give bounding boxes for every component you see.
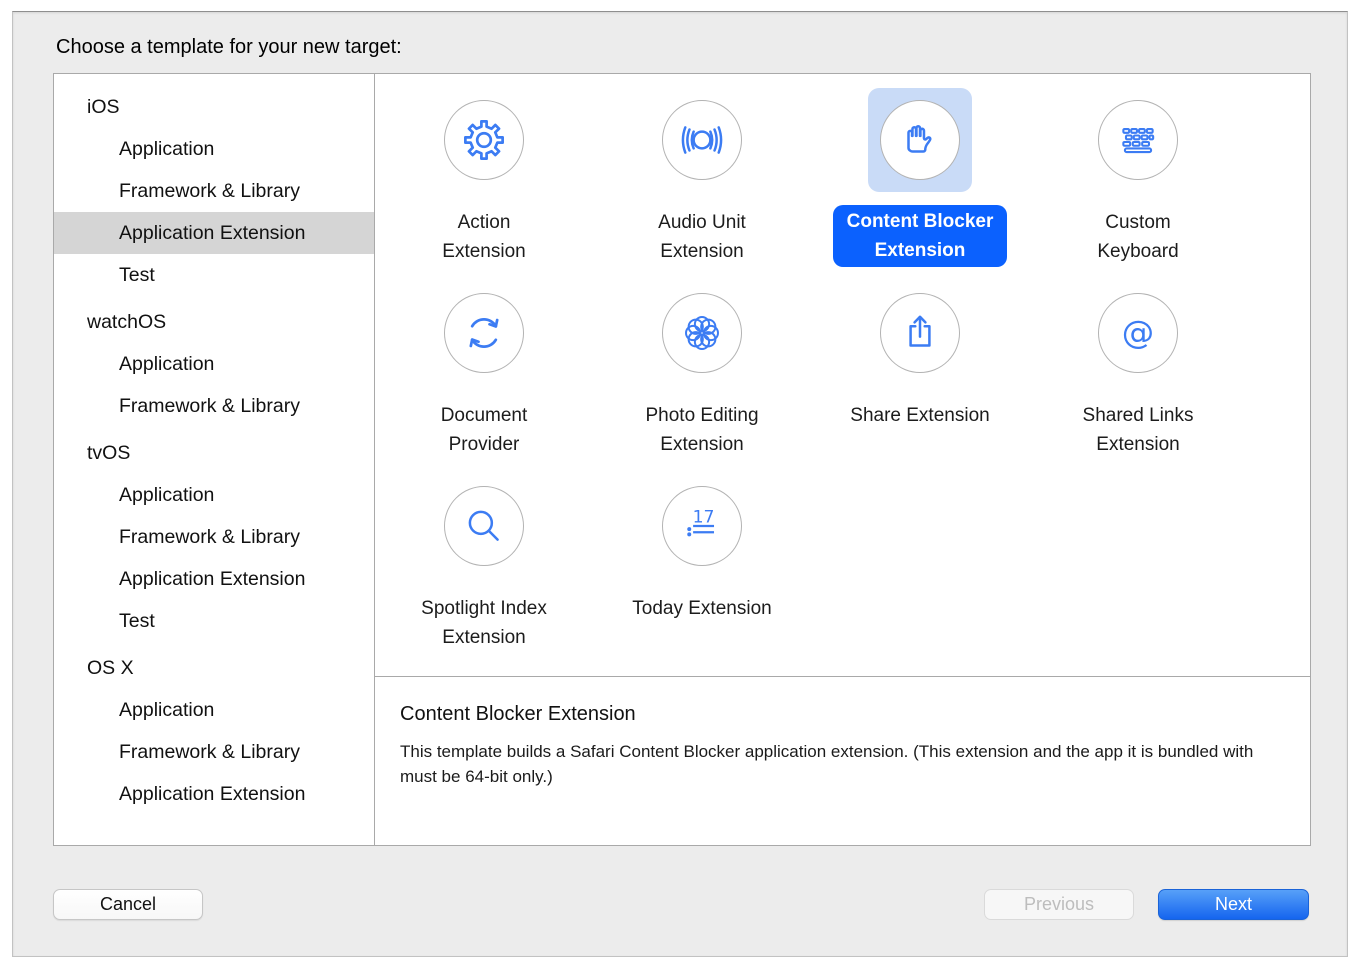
template-content-blocker-extension[interactable]: Content Blocker Extension xyxy=(811,74,1029,267)
svg-text:17: 17 xyxy=(693,507,715,527)
template-document-provider[interactable]: Document Provider xyxy=(375,267,593,460)
template-icon-circle xyxy=(662,293,742,373)
template-icon-circle xyxy=(444,100,524,180)
template-label: Today Extension xyxy=(632,594,771,623)
hand-icon xyxy=(897,117,943,163)
share-icon xyxy=(897,310,943,356)
today-list-icon: 17 xyxy=(679,503,725,549)
at-sign-icon: @ xyxy=(1115,310,1161,356)
description-heading: Content Blocker Extension xyxy=(400,703,1280,726)
sidebar-item-tvos-application[interactable]: Application xyxy=(54,474,374,516)
photos-flower-icon xyxy=(679,310,725,356)
template-icon-circle: 17 xyxy=(662,486,742,566)
template-label: Action Extension xyxy=(442,208,525,266)
template-chooser-panel: iOS Application Framework & Library Appl… xyxy=(53,73,1311,846)
sidebar-item-tvos-framework-library[interactable]: Framework & Library xyxy=(54,516,374,558)
template-label: Spotlight Index Extension xyxy=(421,594,547,652)
template-tile: 17 xyxy=(650,474,754,578)
sidebar-item-osx-application[interactable]: Application xyxy=(54,689,374,731)
template-tile xyxy=(868,281,972,385)
sidebar-section-ios: iOS Application Framework & Library Appl… xyxy=(54,86,374,296)
template-area: Action Extension xyxy=(375,74,1310,845)
template-icon-circle xyxy=(444,293,524,373)
sidebar-item-ios-application-extension[interactable]: Application Extension xyxy=(54,212,374,254)
platform-sidebar: iOS Application Framework & Library Appl… xyxy=(54,74,375,845)
template-action-extension[interactable]: Action Extension xyxy=(375,74,593,267)
cancel-button[interactable]: Cancel xyxy=(53,889,203,920)
sidebar-item-ios-test[interactable]: Test xyxy=(54,254,374,296)
sidebar-item-watchos-application[interactable]: Application xyxy=(54,343,374,385)
template-label: Document Provider xyxy=(441,401,528,459)
template-label: Audio Unit Extension xyxy=(658,208,746,266)
sidebar-item-osx-framework-library[interactable]: Framework & Library xyxy=(54,731,374,773)
template-tile xyxy=(650,88,754,192)
sidebar-item-tvos-application-extension[interactable]: Application Extension xyxy=(54,558,374,600)
sidebar-section-tvos: tvOS Application Framework & Library App… xyxy=(54,432,374,642)
description-body: This template builds a Safari Content Bl… xyxy=(400,739,1280,789)
svg-text:@: @ xyxy=(1122,313,1154,351)
sidebar-header-ios: iOS xyxy=(54,86,374,128)
template-label: Shared Links Extension xyxy=(1083,401,1194,459)
sidebar-item-osx-application-extension[interactable]: Application Extension xyxy=(54,773,374,815)
template-tile xyxy=(650,281,754,385)
template-today-extension[interactable]: 17 Today Extension xyxy=(593,460,811,653)
sidebar-header-tvos: tvOS xyxy=(54,432,374,474)
sidebar-item-watchos-framework-library[interactable]: Framework & Library xyxy=(54,385,374,427)
audio-waves-icon xyxy=(679,117,725,163)
template-tile xyxy=(1086,88,1190,192)
template-grid: Action Extension xyxy=(375,74,1310,676)
sidebar-item-ios-framework-library[interactable]: Framework & Library xyxy=(54,170,374,212)
template-tile: @ xyxy=(1086,281,1190,385)
template-tile xyxy=(432,474,536,578)
template-icon-circle xyxy=(662,100,742,180)
sidebar-section-watchos: watchOS Application Framework & Library xyxy=(54,301,374,427)
template-shared-links-extension[interactable]: @ Shared Links Extension xyxy=(1029,267,1247,460)
template-label: Share Extension xyxy=(850,401,989,430)
template-tile xyxy=(432,281,536,385)
template-icon-circle: @ xyxy=(1098,293,1178,373)
template-icon-circle xyxy=(880,100,960,180)
sidebar-header-watchos: watchOS xyxy=(54,301,374,343)
sidebar-item-ios-application[interactable]: Application xyxy=(54,128,374,170)
template-custom-keyboard[interactable]: Custom Keyboard xyxy=(1029,74,1247,267)
template-audio-unit-extension[interactable]: Audio Unit Extension xyxy=(593,74,811,267)
previous-button[interactable]: Previous xyxy=(984,889,1134,920)
sync-arrows-icon xyxy=(461,310,507,356)
magnifier-icon xyxy=(461,503,507,549)
template-icon-circle xyxy=(444,486,524,566)
keyboard-icon xyxy=(1115,117,1161,163)
next-button[interactable]: Next xyxy=(1158,889,1309,920)
template-tile-selected xyxy=(868,88,972,192)
template-icon-circle xyxy=(880,293,960,373)
template-photo-editing-extension[interactable]: Photo Editing Extension xyxy=(593,267,811,460)
sidebar-section-osx: OS X Application Framework & Library App… xyxy=(54,647,374,815)
new-target-sheet: Choose a template for your new target: i… xyxy=(12,11,1348,957)
template-tile xyxy=(432,88,536,192)
sidebar-item-tvos-test[interactable]: Test xyxy=(54,600,374,642)
template-description-panel: Content Blocker Extension This template … xyxy=(375,676,1310,845)
sheet-title: Choose a template for your new target: xyxy=(56,36,402,59)
template-label-selected: Content Blocker Extension xyxy=(833,205,1008,267)
gear-icon xyxy=(461,117,507,163)
template-icon-circle xyxy=(1098,100,1178,180)
template-label: Custom Keyboard xyxy=(1097,208,1178,266)
sidebar-header-osx: OS X xyxy=(54,647,374,689)
template-spotlight-index-extension[interactable]: Spotlight Index Extension xyxy=(375,460,593,653)
template-label: Photo Editing Extension xyxy=(645,401,758,459)
template-share-extension[interactable]: Share Extension xyxy=(811,267,1029,460)
